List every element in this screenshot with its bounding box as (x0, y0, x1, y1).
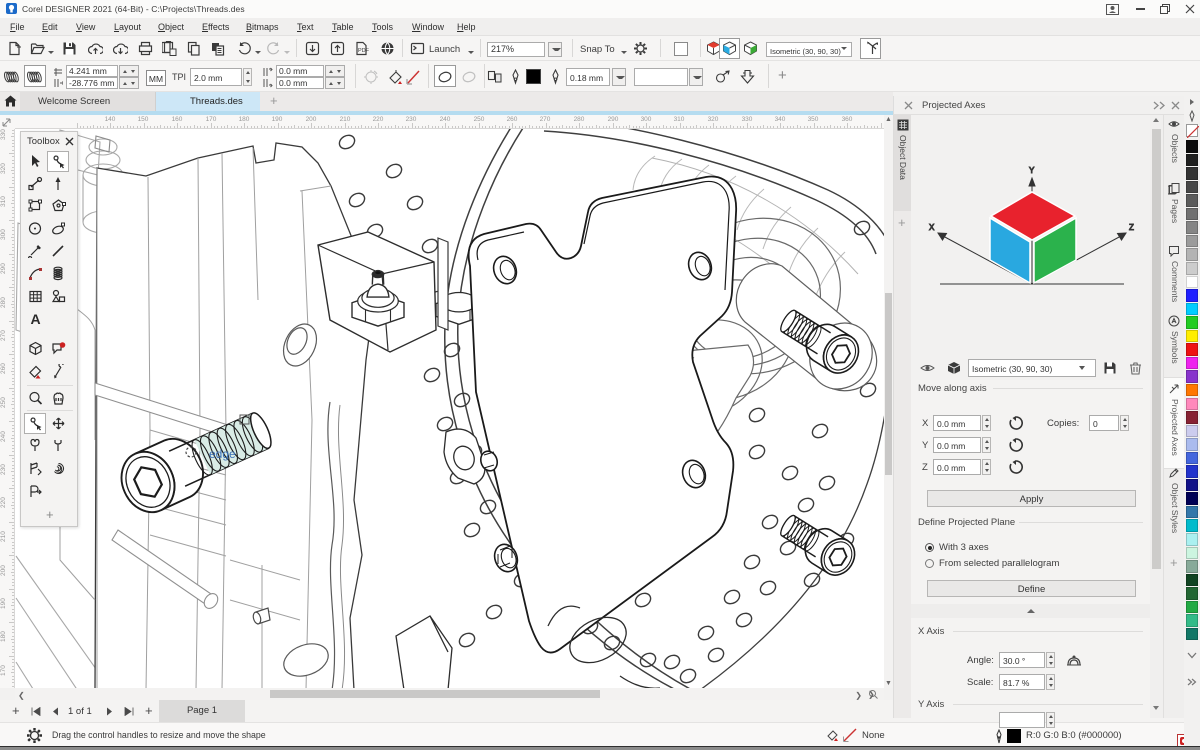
svg-text:X: X (929, 223, 935, 232)
svg-text:A: A (31, 311, 41, 326)
svg-text:edge: edge (209, 447, 236, 461)
svg-text:PDF: PDF (358, 48, 370, 54)
svg-text:Y: Y (1029, 166, 1035, 175)
svg-text:Z: Z (1129, 223, 1134, 232)
